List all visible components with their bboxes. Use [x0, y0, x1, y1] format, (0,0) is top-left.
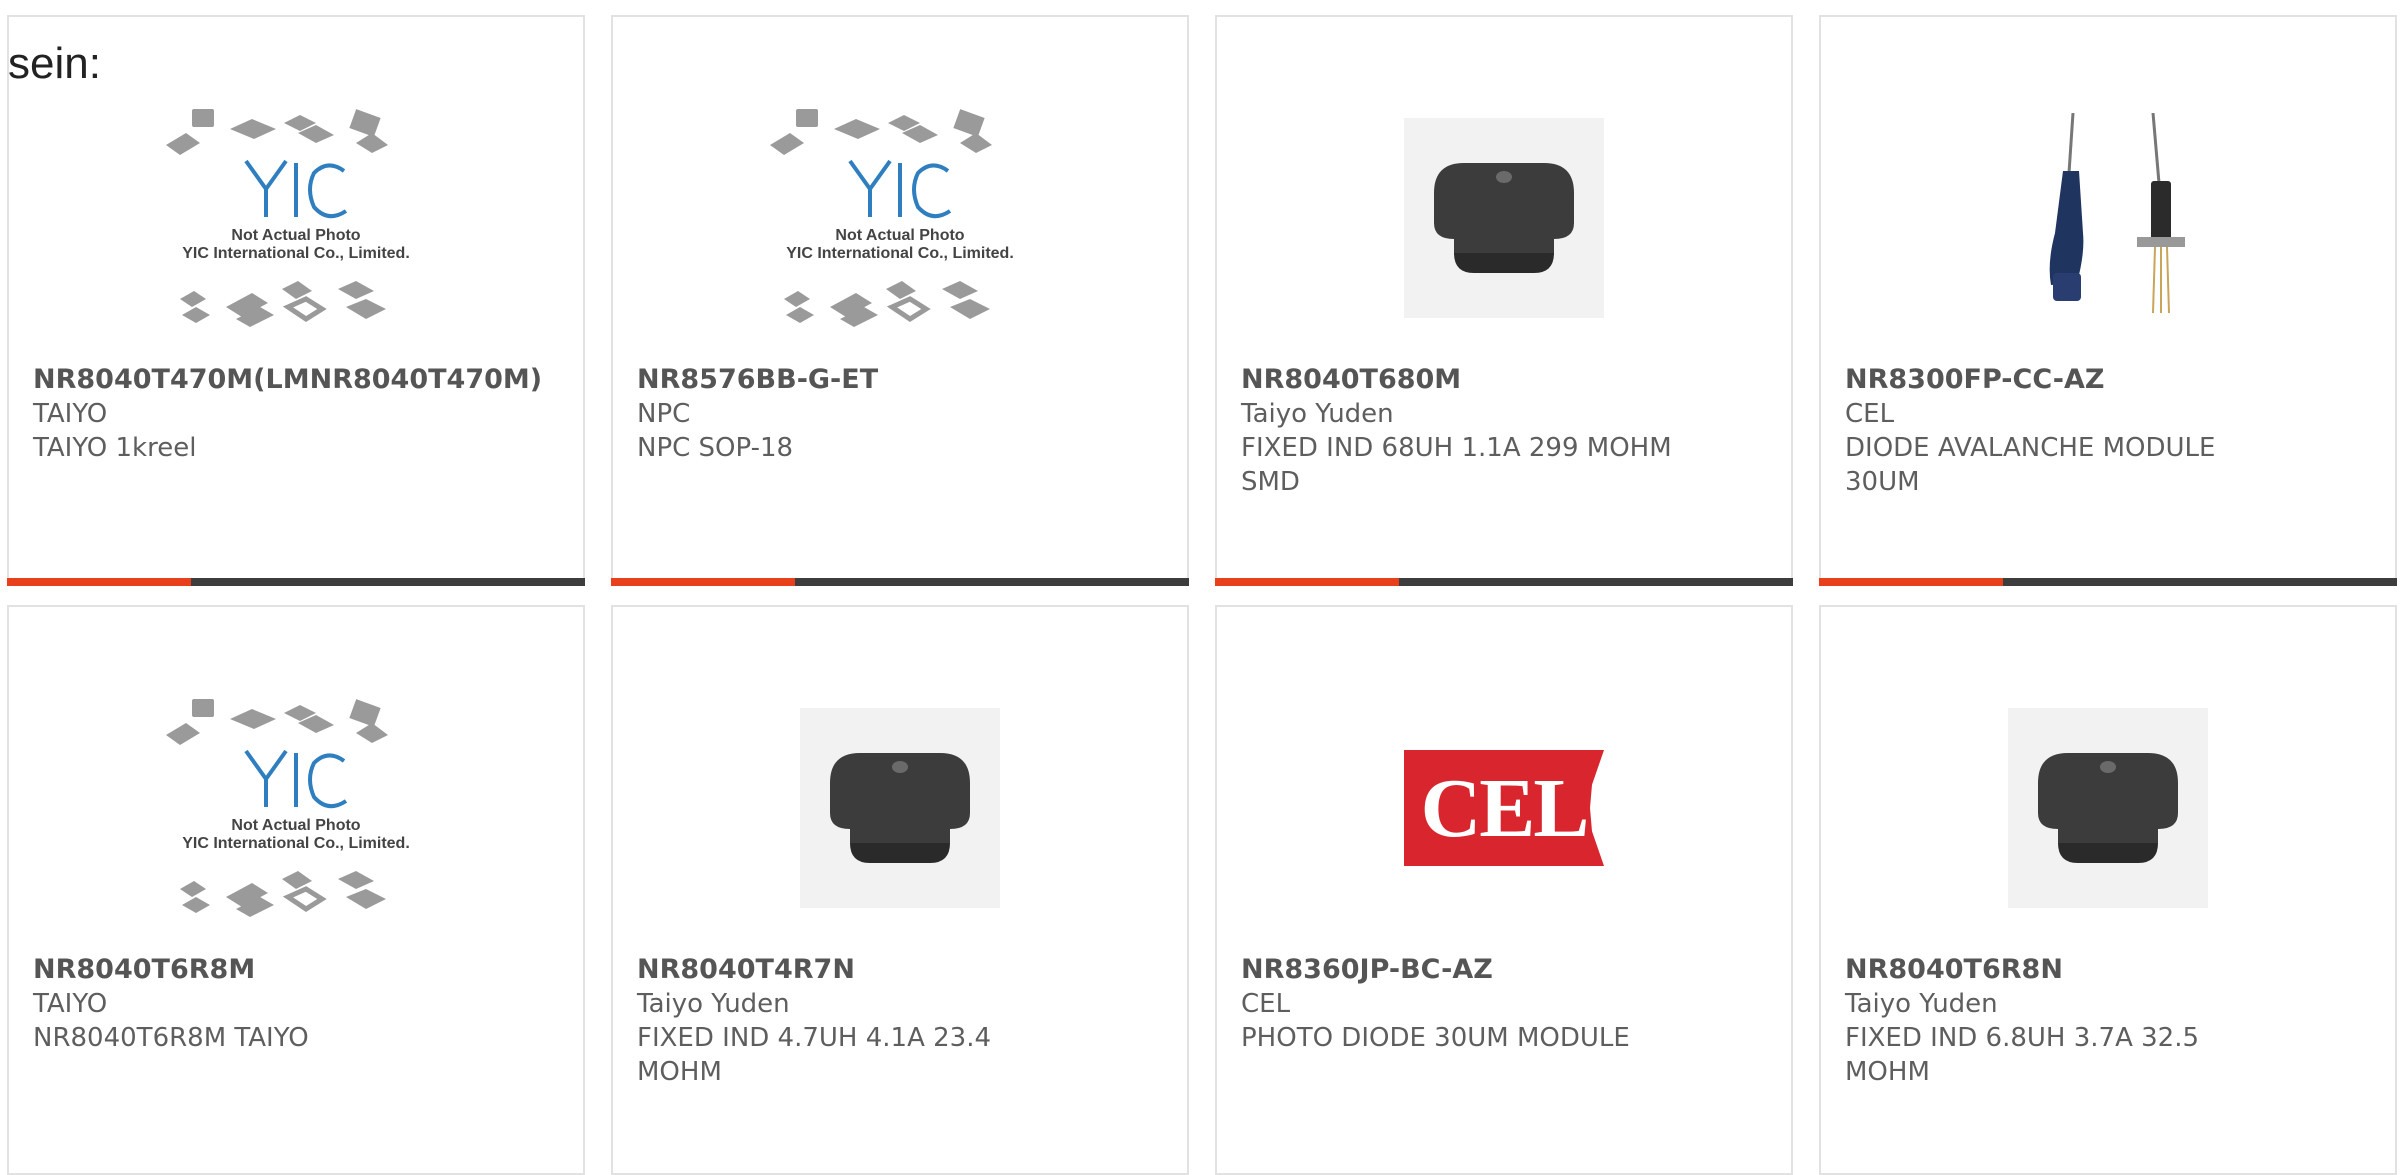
card-bottom-bar [1819, 578, 2397, 586]
card-accent [7, 578, 191, 586]
placeholder-line1: Not Actual Photo [835, 227, 965, 244]
cel-logo-image: CEL [1404, 750, 1604, 866]
product-card[interactable]: Not Actual Photo YIC International Co., L… [7, 15, 585, 586]
product-card[interactable]: NR8040T680M Taiyo Yuden FIXED IND 68UH 1… [1215, 15, 1793, 586]
placeholder-line1: Not Actual Photo [231, 817, 361, 834]
product-image[interactable]: Not Actual Photo YIC International Co., L… [9, 73, 583, 363]
part-number[interactable]: NR8040T6R8N [1845, 953, 2371, 987]
card-bottom-bar [1215, 578, 1793, 586]
description: FIXED IND 4.7UH 4.1A 23.4 MOHM [637, 1023, 992, 1087]
part-number[interactable]: NR8360JP-BC-AZ [1241, 953, 1767, 987]
fiber-diode-module-image [2003, 112, 2213, 323]
manufacturer: Taiyo Yuden [1241, 399, 1394, 429]
card-accent [1819, 578, 2003, 586]
part-number[interactable]: NR8040T6R8M [33, 953, 559, 987]
product-card[interactable]: CEL NR8360JP-BC-AZ CEL PHOTO DIODE 30UM … [1215, 605, 1793, 1175]
product-grid: Not Actual Photo YIC International Co., L… [0, 0, 2400, 1175]
yic-placeholder-image: Not Actual Photo YIC International Co., L… [156, 93, 436, 343]
product-card[interactable]: NR8040T4R7N Taiyo Yuden FIXED IND 4.7UH … [611, 605, 1189, 1175]
product-image[interactable] [1821, 73, 2395, 363]
description: DIODE AVALANCHE MODULE 30UM [1845, 433, 2216, 497]
placeholder-line1: Not Actual Photo [231, 227, 361, 244]
product-image[interactable]: Not Actual Photo YIC International Co., L… [9, 663, 583, 953]
description: PHOTO DIODE 30UM MODULE [1241, 1023, 1630, 1053]
smd-inductor-image [800, 708, 1000, 908]
part-number[interactable]: NR8300FP-CC-AZ [1845, 363, 2371, 397]
manufacturer: TAIYO [33, 989, 108, 1019]
smd-inductor-image [1404, 118, 1604, 318]
part-number[interactable]: NR8040T680M [1241, 363, 1767, 397]
manufacturer: NPC [637, 399, 691, 429]
card-bottom-bar [611, 578, 1189, 586]
product-card[interactable]: Not Actual Photo YIC International Co., L… [611, 15, 1189, 586]
manufacturer: CEL [1241, 989, 1291, 1019]
description: TAIYO 1kreel [33, 433, 197, 463]
description: NPC SOP-18 [637, 433, 794, 463]
manufacturer: Taiyo Yuden [1845, 989, 1998, 1019]
placeholder-line2: YIC International Co., Limited. [786, 245, 1014, 262]
yic-placeholder-image: Not Actual Photo YIC International Co., L… [156, 683, 436, 933]
product-card[interactable]: NR8040T6R8N Taiyo Yuden FIXED IND 6.8UH … [1819, 605, 2397, 1175]
product-card[interactable]: Not Actual Photo YIC International Co., L… [7, 605, 585, 1175]
cel-logo-text: CEL [1420, 761, 1590, 855]
part-number[interactable]: NR8040T470M(LMNR8040T470M) [33, 363, 559, 397]
yic-placeholder-image: Not Actual Photo YIC International Co., L… [760, 93, 1040, 343]
manufacturer: Taiyo Yuden [637, 989, 790, 1019]
product-image[interactable] [613, 663, 1187, 953]
placeholder-line2: YIC International Co., Limited. [182, 245, 410, 262]
stray-text: sein: [8, 39, 101, 88]
smd-inductor-image [2008, 708, 2208, 908]
product-image[interactable]: CEL [1217, 663, 1791, 953]
placeholder-line2: YIC International Co., Limited. [182, 835, 410, 852]
card-bottom-bar [7, 578, 585, 586]
product-image[interactable] [1217, 73, 1791, 363]
manufacturer: CEL [1845, 399, 1895, 429]
description: FIXED IND 6.8UH 3.7A 32.5 MOHM [1845, 1023, 2200, 1087]
description: NR8040T6R8M TAIYO [33, 1023, 309, 1053]
product-image[interactable] [1821, 663, 2395, 953]
part-number[interactable]: NR8576BB-G-ET [637, 363, 1163, 397]
card-accent [1215, 578, 1399, 586]
manufacturer: TAIYO [33, 399, 108, 429]
card-accent [611, 578, 795, 586]
description: FIXED IND 68UH 1.1A 299 MOHM SMD [1241, 433, 1672, 497]
part-number[interactable]: NR8040T4R7N [637, 953, 1163, 987]
product-image[interactable]: Not Actual Photo YIC International Co., L… [613, 73, 1187, 363]
product-card[interactable]: NR8300FP-CC-AZ CEL DIODE AVALANCHE MODUL… [1819, 15, 2397, 586]
